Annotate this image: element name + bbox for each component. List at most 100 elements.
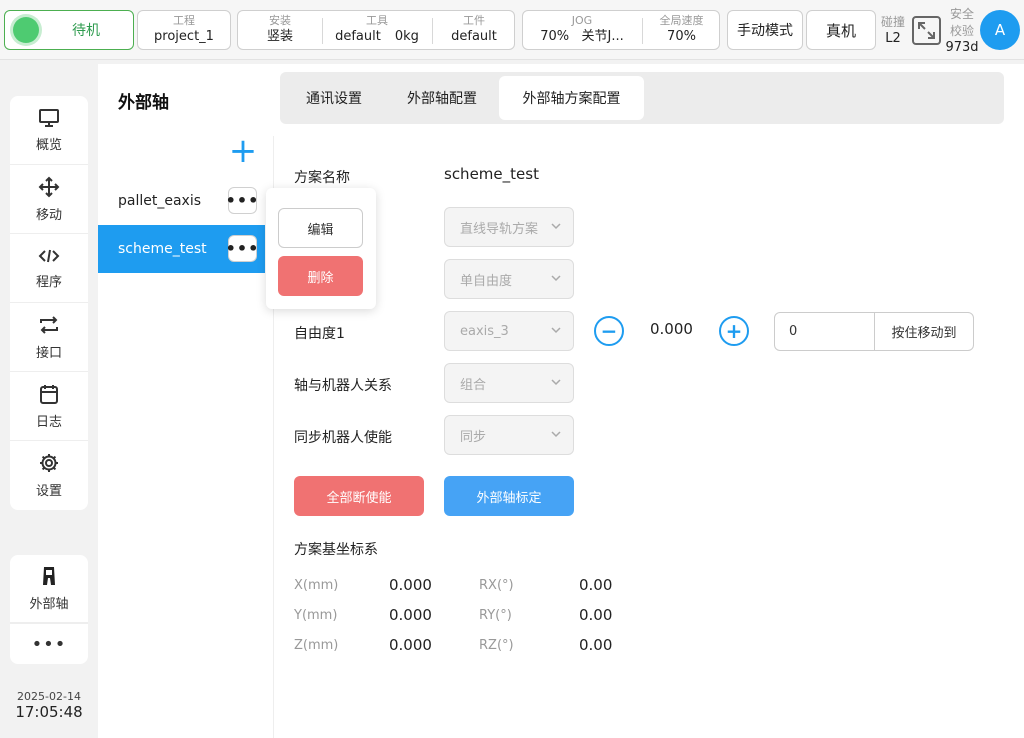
minus-icon: − xyxy=(600,319,618,343)
select-value: 组合 xyxy=(460,377,487,393)
move-target-input[interactable]: 0 xyxy=(775,313,875,350)
scheme-name: scheme_test xyxy=(118,241,207,257)
nav-item-external-axis[interactable]: 外部轴 xyxy=(10,555,88,623)
expand-icon[interactable] xyxy=(912,16,941,45)
increase-button[interactable]: + xyxy=(719,316,749,346)
safety-check-label: 校验 xyxy=(949,24,974,38)
disable-all-button[interactable]: 全部断使能 xyxy=(294,476,424,516)
chevron-down-icon xyxy=(551,379,561,386)
relation-label: 轴与机器人关系 xyxy=(294,378,392,394)
more-button[interactable]: ••• xyxy=(10,623,88,664)
select-value: eaxis_3 xyxy=(460,323,509,339)
chevron-down-icon xyxy=(551,431,561,438)
calibrate-button[interactable]: 外部轴标定 xyxy=(444,476,574,516)
workpiece-label: 工件 xyxy=(463,14,485,27)
chevron-down-icon xyxy=(551,275,561,282)
ellipsis-icon: ••• xyxy=(225,191,260,210)
manual-mode-button[interactable]: 手动模式 xyxy=(727,10,803,50)
move-target-group: 0 按住移动到 xyxy=(774,312,974,351)
select-value: 直线导轨方案 xyxy=(460,221,539,237)
project-value: project_1 xyxy=(154,29,214,44)
project-label: 工程 xyxy=(173,14,195,27)
clock-date: 2025-02-14 xyxy=(17,690,81,703)
code-icon xyxy=(38,249,60,262)
collision-label: 碰撞 xyxy=(880,15,905,29)
nav-label: 接口 xyxy=(35,345,62,361)
status-dot-icon xyxy=(13,17,39,43)
dof1-axis-select[interactable]: eaxis_3 xyxy=(444,311,574,351)
project-selector[interactable]: 工程 project_1 xyxy=(137,10,231,50)
install-tool-workpiece-panel[interactable]: 安装 竖装 工具 default 0kg 工件 default xyxy=(237,10,515,50)
tab-external-axis-config[interactable]: 外部轴配置 xyxy=(390,76,494,120)
jog-speed: 70% xyxy=(540,29,570,44)
jog-mode: 关节J... xyxy=(581,29,624,44)
user-avatar[interactable]: A xyxy=(980,10,1020,50)
base-frame-title: 方案基坐标系 xyxy=(294,542,378,558)
rx-label: RX(°) xyxy=(479,578,514,593)
more-options-button[interactable]: ••• xyxy=(225,235,260,262)
page-title: 外部轴 xyxy=(118,93,169,113)
chevron-down-icon xyxy=(551,327,561,334)
tool-name: default xyxy=(335,29,381,44)
tab-bar: 通讯设置 外部轴配置 外部轴方案配置 xyxy=(280,72,1004,124)
robot-status-indicator[interactable]: 待机 xyxy=(4,10,134,50)
interface-icon xyxy=(40,315,58,334)
nav-item-interface[interactable]: 接口 xyxy=(10,303,88,372)
ellipsis-icon: ••• xyxy=(225,239,260,258)
add-scheme-button[interactable]: + xyxy=(228,134,258,168)
tool-label: 工具 xyxy=(366,14,388,27)
clock-time: 17:05:48 xyxy=(15,703,83,721)
scheme-name: pallet_eaxis xyxy=(118,193,202,209)
dof1-position: 0.000 xyxy=(650,320,693,338)
x-label: X(mm) xyxy=(294,578,339,593)
more-options-button[interactable]: ••• xyxy=(225,187,260,214)
global-speed-value: 70% xyxy=(667,29,696,44)
z-value: 0.000 xyxy=(389,636,432,654)
relation-select[interactable]: 组合 xyxy=(444,363,574,403)
tool-payload: 0kg xyxy=(394,29,419,44)
nav-label: 日志 xyxy=(35,414,62,430)
nav-item-settings[interactable]: 设置 xyxy=(10,441,88,510)
nav-label: 设置 xyxy=(35,484,62,499)
speed-panel[interactable]: JOG 70% 关节J... 全局速度 70% xyxy=(522,10,720,50)
nav-item-log[interactable]: 日志 xyxy=(10,372,88,441)
workpiece-value: default xyxy=(451,29,497,44)
nav-item-program[interactable]: 程序 xyxy=(10,234,88,303)
edit-button[interactable]: 编辑 xyxy=(278,208,363,248)
collision-value[interactable]: L2 xyxy=(880,31,906,46)
dof-select[interactable]: 单自由度 xyxy=(444,259,574,299)
scheme-list: + pallet_eaxis ••• scheme_test ••• xyxy=(98,134,274,738)
safety-label: 安全 xyxy=(949,7,974,21)
nav-label: 移动 xyxy=(35,207,62,223)
x-value: 0.000 xyxy=(389,576,432,594)
main-panel: 外部轴 通讯设置 外部轴配置 外部轴方案配置 + pallet_eaxis ••… xyxy=(98,64,1024,738)
scheme-list-item-selected[interactable]: scheme_test ••• xyxy=(98,225,265,273)
nav-label: 程序 xyxy=(35,274,62,290)
nav-label: 外部轴 xyxy=(29,597,69,612)
sync-select[interactable]: 同步 xyxy=(444,415,574,455)
sync-label: 同步机器人使能 xyxy=(294,430,392,446)
hold-to-move-button[interactable]: 按住移动到 xyxy=(875,313,973,350)
tab-external-axis-scheme-config[interactable]: 外部轴方案配置 xyxy=(499,76,644,120)
scheme-type-select[interactable]: 直线导轨方案 xyxy=(444,207,574,247)
decrease-button[interactable]: − xyxy=(594,316,624,346)
y-label: Y(mm) xyxy=(294,608,338,623)
move-icon xyxy=(38,176,60,197)
nav-label: 概览 xyxy=(35,137,62,153)
real-robot-button[interactable]: 真机 xyxy=(806,10,876,50)
scheme-name-label: 方案名称 xyxy=(294,170,350,186)
install-label: 安装 xyxy=(269,14,291,27)
nav-item-move[interactable]: 移动 xyxy=(10,165,88,234)
scheme-list-item[interactable]: pallet_eaxis ••• xyxy=(98,177,265,225)
ry-value: 0.00 xyxy=(579,606,613,624)
z-label: Z(mm) xyxy=(294,638,339,653)
global-speed-label: 全局速度 xyxy=(659,14,704,27)
nav-item-overview[interactable]: 概览 xyxy=(10,96,88,165)
dof1-label: 自由度1 xyxy=(294,326,345,342)
install-value: 竖装 xyxy=(266,29,293,44)
delete-button[interactable]: 删除 xyxy=(278,256,363,296)
plus-icon: + xyxy=(228,131,258,171)
select-value: 单自由度 xyxy=(460,273,513,289)
rz-label: RZ(°) xyxy=(479,638,514,653)
tab-communication-settings[interactable]: 通讯设置 xyxy=(284,76,384,120)
